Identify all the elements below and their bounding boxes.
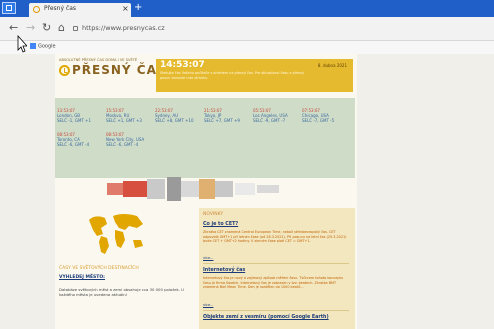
window-menu-icon[interactable]	[2, 2, 16, 14]
browser-tab[interactable]: Přesný čas ×	[29, 3, 131, 17]
news-item-cet-link[interactable]: Co je to CET?	[203, 222, 238, 227]
news-divider	[203, 310, 349, 311]
city-new-york[interactable]: 08:53:07 New York City, USA SELČ -6, GMT…	[106, 132, 154, 147]
news-header: NOVINKY	[203, 212, 224, 217]
news-item-cet-text: Zkratka CET znamená Central European Tim…	[203, 230, 347, 244]
world-destinations-title: ČASY VE SVĚTOVÝCH DESTINACÍCH	[59, 266, 139, 271]
current-date: 8. dubna 2021	[317, 63, 347, 68]
address-text: https://www.presnycas.cz	[82, 24, 165, 32]
clock-favicon-icon	[33, 6, 40, 13]
mouse-cursor-icon	[17, 35, 27, 53]
news-item-cet-more-link[interactable]: více...	[203, 256, 213, 260]
google-icon	[30, 43, 36, 49]
city-zone: SELČ -7, GMT -5	[302, 118, 335, 123]
city-los-angeles[interactable]: 05:53:07 Los Angeles, USA SELČ -9, GMT -…	[253, 108, 301, 123]
city-zone: SELČ -1, GMT +1	[57, 118, 92, 123]
bookmarks-bar: Google	[0, 41, 494, 54]
city-zone: SELČ -9, GMT -7	[253, 118, 286, 123]
world-map-image[interactable]	[85, 210, 147, 258]
site-container: ABSOLUTNĚ PŘESNÝ ČAS DOMA I VE SVĚTĚ PŘE…	[55, 54, 357, 329]
bookmark-label: Google	[38, 43, 56, 50]
address-bar[interactable]: https://www.presnycas.cz	[73, 22, 293, 34]
tab-title: Přesný čas	[44, 5, 77, 12]
time-note: Sledujte čas Vašeho počítače s ohledem n…	[160, 71, 305, 80]
tab-close-button[interactable]: ×	[122, 4, 129, 14]
world-database-text: Databáze světových měst a zemí obsahuje …	[59, 287, 184, 297]
city-times-panel: 13:53:07 London, GB SELČ -1, GMT +1 15:5…	[55, 98, 355, 178]
city-zone: SELČ +8, GMT +10	[155, 118, 194, 123]
news-item-google-earth-link[interactable]: Objekte zemí z vesmíru (pomocí Google Ea…	[203, 315, 329, 320]
city-moskva[interactable]: 15:53:07 Moskva, RU SELČ +1, GMT +3	[106, 108, 154, 123]
page-viewport: ABSOLUTNĚ PŘESNÝ ČAS DOMA I VE SVĚTĚ PŘE…	[0, 54, 494, 329]
browser-titlebar: Přesný čas × +	[0, 0, 494, 17]
clock-logo-icon	[59, 65, 70, 76]
forward-button[interactable]: →	[26, 20, 35, 36]
search-city-link[interactable]: VYHLEDEJ MĚSTO:	[59, 275, 105, 280]
city-zone: SELČ -6, GMT -4	[106, 142, 139, 147]
city-chicago[interactable]: 07:53:07 Chicago, USA SELČ -7, GMT -5	[302, 108, 350, 123]
city-zone: SELČ -6, GMT -4	[57, 142, 90, 147]
site-logo[interactable]: PŘESNÝ ČAS	[72, 63, 167, 77]
current-time-box: 14:53:07 8. dubna 2021 Sledujte čas Vaše…	[156, 59, 353, 92]
new-tab-button[interactable]: +	[134, 2, 142, 14]
news-item-internet-time-more-link[interactable]: více...	[203, 303, 213, 307]
reload-button[interactable]: ↻	[42, 20, 51, 36]
current-time: 14:53:07	[160, 60, 205, 70]
city-zone: SELČ +7, GMT +9	[204, 118, 240, 123]
news-panel: NOVINKY Co je to CET? Zkratka CET znamen…	[199, 208, 355, 329]
bookmark-google[interactable]: Google	[30, 43, 56, 50]
browser-toolbar: ← → ↻ ⌂ https://www.presnycas.cz	[0, 17, 494, 41]
site-tagline: ABSOLUTNĚ PŘESNÝ ČAS DOMA I VE SVĚTĚ	[59, 58, 138, 62]
home-button[interactable]: ⌂	[58, 20, 65, 36]
news-item-internet-time-link[interactable]: Internetový čas	[203, 268, 245, 273]
city-london[interactable]: 13:53:07 London, GB SELČ -1, GMT +1	[57, 108, 105, 123]
advertisement-banner[interactable]	[107, 175, 287, 203]
news-item-internet-time-text: Internetový čas je nový a zajímavý způso…	[203, 276, 343, 290]
city-zone: SELČ +1, GMT +3	[106, 118, 142, 123]
back-button[interactable]: ←	[9, 20, 18, 36]
news-divider	[203, 263, 349, 264]
city-toronto[interactable]: 08:53:07 Toronto, CA SELČ -6, GMT -4	[57, 132, 105, 147]
city-tokyo[interactable]: 21:53:07 Tokyo, JP SELČ +7, GMT +9	[204, 108, 252, 123]
lock-icon	[73, 25, 78, 31]
city-sydney[interactable]: 22:53:07 Sydney, AU SELČ +8, GMT +10	[155, 108, 203, 123]
